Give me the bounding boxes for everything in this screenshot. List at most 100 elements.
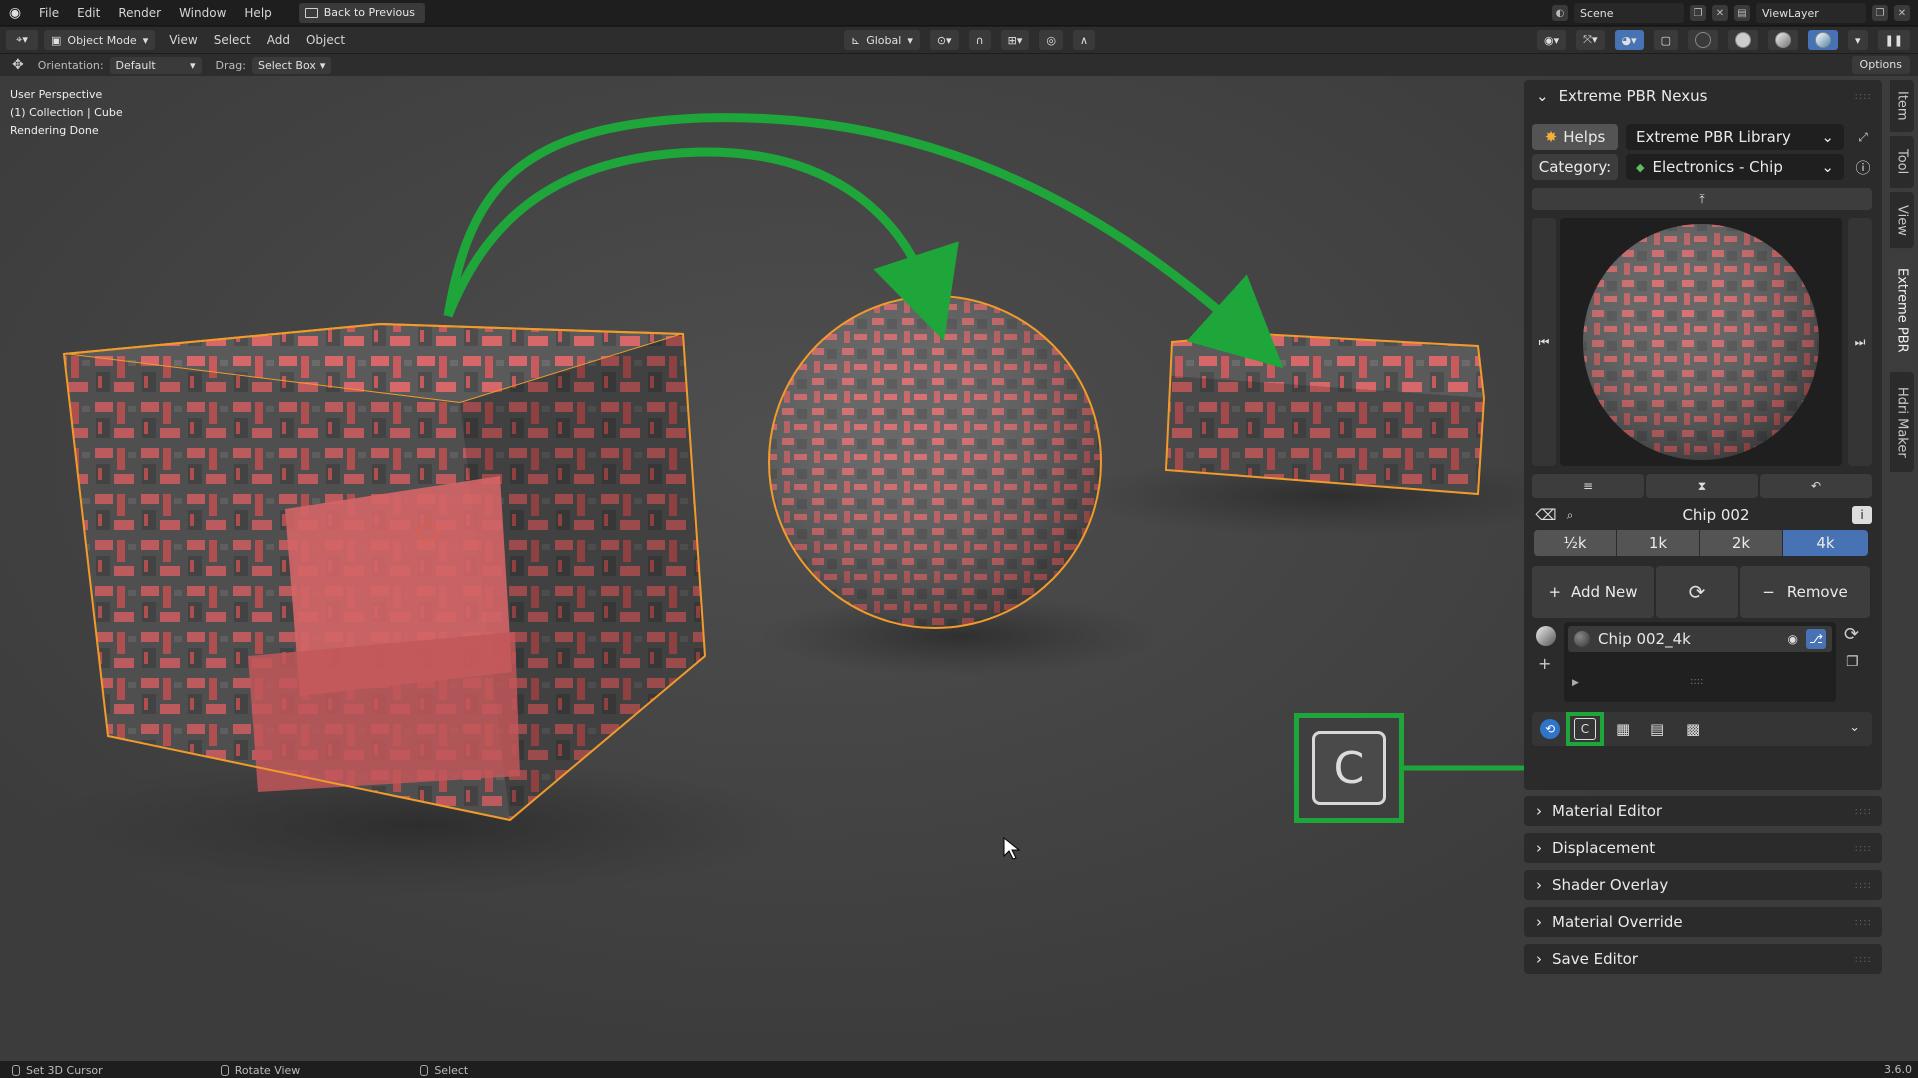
expand-icon[interactable]: ⤢ <box>1852 130 1874 145</box>
new-scene-icon[interactable]: ❐ <box>1690 5 1706 21</box>
copy-icon[interactable]: ❐ <box>1846 654 1859 670</box>
orientation-dropdown[interactable]: Default ▾ <box>109 56 202 74</box>
chevron-down-icon[interactable]: ⌄ <box>1849 720 1860 735</box>
grid-icon[interactable]: ▦ <box>1616 720 1630 738</box>
material-preview[interactable] <box>1560 218 1842 466</box>
helps-button[interactable]: ✸ Helps <box>1532 124 1618 150</box>
drag-handle-icon[interactable]: :::: <box>1855 843 1872 854</box>
drag-handle-icon[interactable]: :::: <box>1855 917 1872 928</box>
resize-handle-icon[interactable]: :::: <box>1690 676 1703 687</box>
drag-handle-icon[interactable]: :::: <box>1855 880 1872 891</box>
material-slot-item[interactable]: Chip 002_4k ◉ ⎇ <box>1568 626 1832 652</box>
solid-shading-button[interactable] <box>1728 30 1759 50</box>
pause-render-button[interactable]: ❚❚ <box>1877 30 1910 50</box>
resolution-1k[interactable]: 1k <box>1617 530 1699 556</box>
menu-edit[interactable]: Edit <box>68 0 109 26</box>
menu-add[interactable]: Add <box>259 33 298 47</box>
resolution-half-k[interactable]: ½k <box>1534 530 1616 556</box>
material-shading-button[interactable] <box>1768 30 1799 50</box>
shading-options-button[interactable]: ▾ <box>1848 30 1868 50</box>
material-editor-subpanel[interactable]: › Material Editor :::: <box>1524 796 1882 826</box>
menu-object[interactable]: Object <box>298 33 353 47</box>
expand-triangle-icon[interactable]: ▶ <box>1572 678 1579 688</box>
menu-view[interactable]: View <box>161 33 205 47</box>
search-icon[interactable]: ⌕ <box>1560 508 1580 523</box>
settings-button[interactable]: ≡ <box>1532 474 1644 498</box>
checker-icon[interactable]: ▩ <box>1686 720 1700 738</box>
delete-scene-icon[interactable]: ✕ <box>1712 5 1728 21</box>
resolution-2k[interactable]: 2k <box>1700 530 1782 556</box>
tab-hdri-maker[interactable]: Hdri Maker <box>1890 372 1914 472</box>
falloff-button[interactable]: ∧ <box>1073 30 1096 50</box>
overlay-button[interactable]: ◕▾ <box>1614 30 1644 50</box>
chip-cube-object[interactable] <box>62 322 707 822</box>
editor-type-button[interactable]: ⌖▾ <box>6 30 38 50</box>
c-shortcut-icon[interactable]: C <box>1574 718 1596 740</box>
sync-icon[interactable]: ⟳ <box>1844 624 1859 645</box>
drag-dropdown[interactable]: Select Box ▾ <box>251 56 332 74</box>
move-tool-icon[interactable]: ✥ <box>12 57 24 73</box>
drag-handle-icon[interactable]: :::: <box>1855 954 1872 965</box>
tab-extreme-pbr[interactable]: Extreme PBR <box>1890 252 1914 368</box>
remove-button[interactable]: − Remove <box>1740 566 1870 618</box>
next-material-button[interactable]: ⏭ <box>1848 218 1872 466</box>
new-viewlayer-icon[interactable]: ❐ <box>1872 5 1888 21</box>
material-override-subpanel[interactable]: › Material Override :::: <box>1524 907 1882 937</box>
add-new-button[interactable]: + Add New <box>1532 566 1654 618</box>
proportional-edit-button[interactable]: ◎ <box>1039 30 1064 50</box>
tab-item[interactable]: Item <box>1890 80 1914 132</box>
menu-window[interactable]: Window <box>170 0 235 26</box>
save-editor-subpanel[interactable]: › Save Editor :::: <box>1524 944 1882 974</box>
menu-select[interactable]: Select <box>206 33 259 47</box>
folder-icon[interactable]: ▤ <box>1650 720 1664 738</box>
chip-slab-object[interactable] <box>1164 332 1486 496</box>
panel-header[interactable]: ⌄ Extreme PBR Nexus :::: <box>1524 80 1882 112</box>
library-dropdown[interactable]: Extreme PBR Library ⌄ <box>1626 124 1844 150</box>
wireframe-shading-button[interactable] <box>1688 30 1719 50</box>
info-icon[interactable]: i <box>1852 506 1872 524</box>
viewlayer-field[interactable]: ViewLayer <box>1756 3 1866 23</box>
delete-viewlayer-icon[interactable]: ✕ <box>1894 5 1910 21</box>
scroll-top-button[interactable]: ⤒ <box>1532 188 1872 210</box>
undo-button[interactable]: ↶ <box>1760 474 1872 498</box>
node-link-icon[interactable]: ⎇ <box>1806 629 1826 649</box>
snap-target-button[interactable]: ⊞▾ <box>1000 30 1030 50</box>
add-slot-icon[interactable]: + <box>1538 654 1551 673</box>
tab-view[interactable]: View <box>1890 192 1914 248</box>
scene-browse-icon[interactable]: ◐ <box>1552 5 1568 21</box>
menu-file[interactable]: File <box>30 0 68 26</box>
collapse-button[interactable]: ⧗ <box>1646 474 1758 498</box>
displacement-subpanel[interactable]: › Displacement :::: <box>1524 833 1882 863</box>
rendered-shading-button[interactable] <box>1808 30 1839 50</box>
category-dropdown[interactable]: ◆ Electronics - Chip ⌄ <box>1626 154 1844 180</box>
drag-handle-icon[interactable]: :::: <box>1855 806 1872 817</box>
visibility-button[interactable]: ◉▾ <box>1537 30 1567 50</box>
menu-help[interactable]: Help <box>235 0 280 26</box>
transform-orientation-dropdown[interactable]: ⊾ Global ▾ <box>844 30 920 50</box>
gizmo-icon: ⤧▾ <box>1583 33 1598 46</box>
chip-sphere-object[interactable] <box>768 295 1102 629</box>
apply-sync-icon[interactable]: ⟲ <box>1540 719 1560 739</box>
tab-tool[interactable]: Tool <box>1890 136 1914 188</box>
previous-material-button[interactable]: ⏮ <box>1532 218 1556 466</box>
refresh-button[interactable]: ⟳ <box>1656 566 1738 618</box>
snap-button[interactable]: ∩ <box>968 30 991 50</box>
snap-target-icon: ⊞▾ <box>1007 33 1023 47</box>
eye-icon[interactable]: ◉ <box>1788 632 1798 646</box>
menu-render[interactable]: Render <box>109 0 170 26</box>
blender-logo-icon[interactable]: ◉ <box>0 0 30 26</box>
resolution-4k[interactable]: 4k <box>1783 530 1868 556</box>
viewlayer-browse-icon[interactable]: ▤ <box>1734 5 1750 21</box>
back-to-previous-button[interactable]: Back to Previous <box>298 2 425 23</box>
pivot-point-button[interactable]: ⊙▾ <box>929 30 959 50</box>
material-slots-icon[interactable] <box>1536 626 1556 646</box>
help-icon[interactable]: ⓘ <box>1852 157 1874 178</box>
scene-field[interactable]: Scene <box>1574 3 1684 23</box>
mode-dropdown[interactable]: ▣ Object Mode ▾ <box>44 30 156 50</box>
gizmo-button[interactable]: ⤧▾ <box>1576 30 1605 50</box>
options-button[interactable]: Options <box>1851 56 1910 74</box>
eraser-icon[interactable]: ⌫ <box>1532 506 1560 524</box>
shader-overlay-subpanel[interactable]: › Shader Overlay :::: <box>1524 870 1882 900</box>
drag-handle-icon[interactable]: :::: <box>1855 91 1872 102</box>
xray-button[interactable]: ▢ <box>1653 30 1679 50</box>
